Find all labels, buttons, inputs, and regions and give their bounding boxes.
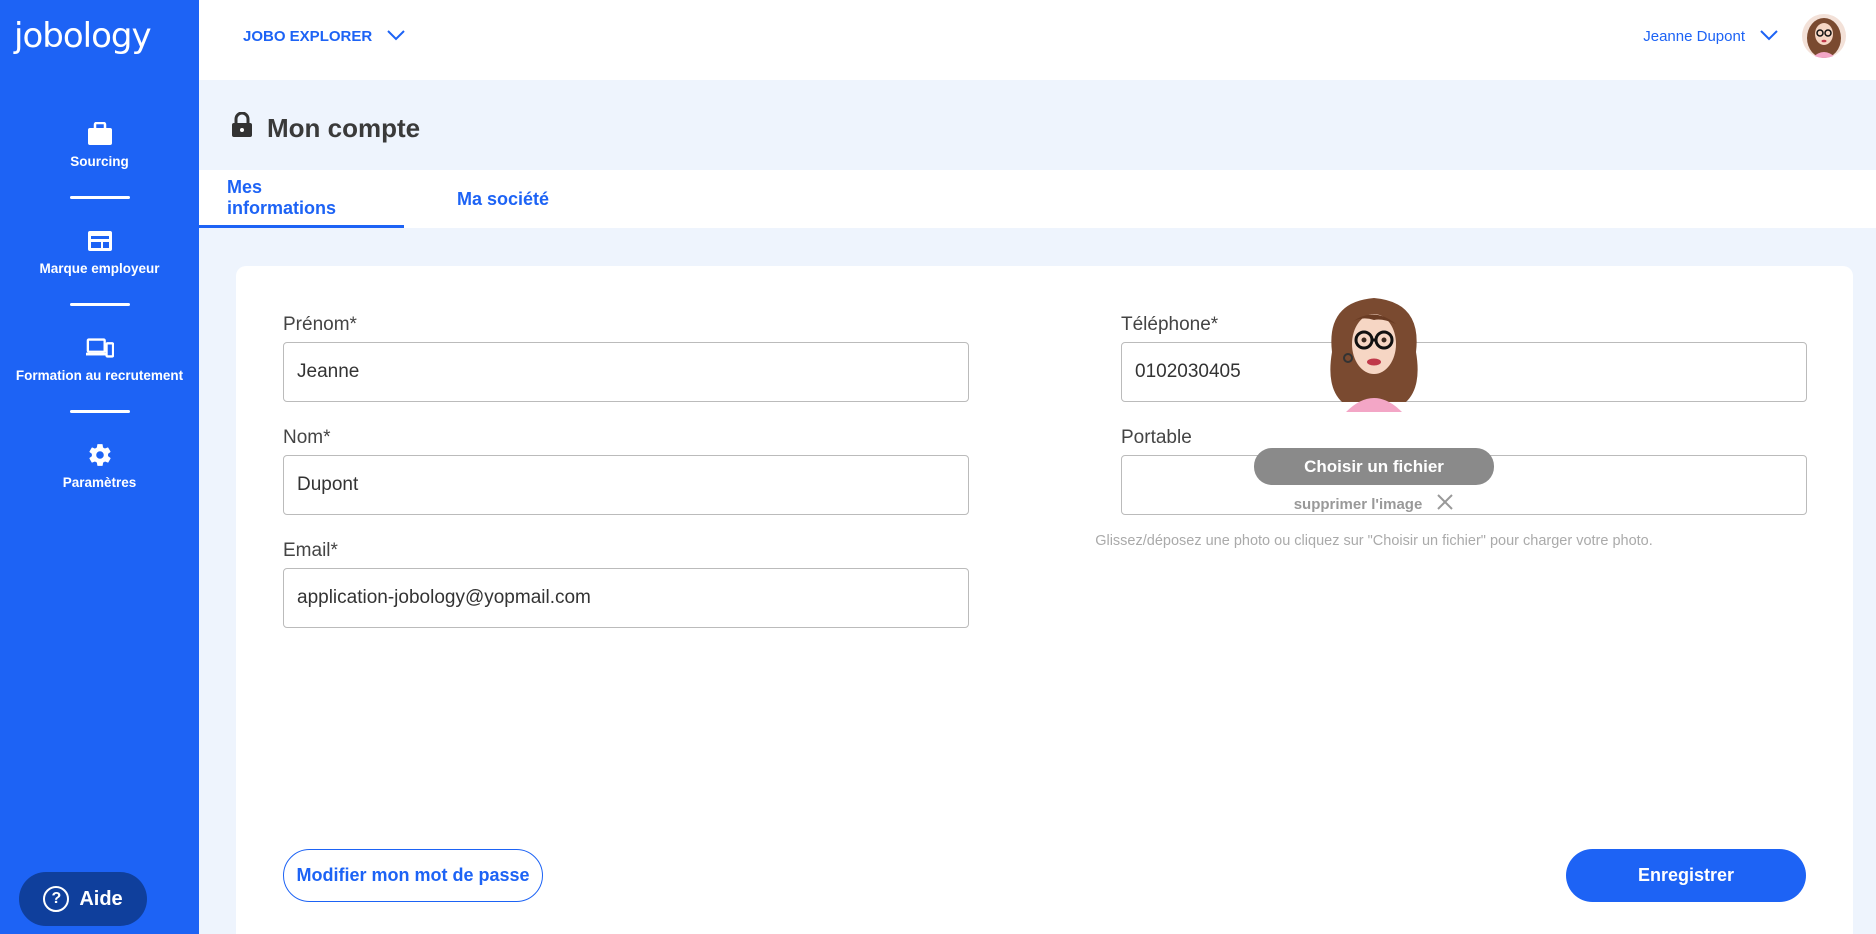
tab-mes-informations[interactable]: Mes informations [199,170,404,228]
sidebar-nav: Sourcing Marque employeur Formation au r… [0,104,199,505]
user-name: Jeanne Dupont [1643,28,1745,45]
photo-upload-area[interactable]: Choisir un fichier supprimer l'image Gli… [1084,292,1664,549]
remove-image-label: supprimer l'image [1293,495,1423,513]
logo-text: jobology [14,16,152,56]
page-title-text: Mon compte [267,113,421,143]
nom-input[interactable]: Dupont [283,455,969,515]
help-button[interactable]: ? Aide [19,872,147,926]
top-bar: JOBO EXPLORER Jeanne Dupont [199,0,1876,80]
chevron-down-icon [386,28,406,45]
help-label: Aide [79,887,123,910]
sidebar-item-marque-employeur[interactable]: Marque employeur [0,211,199,291]
jobo-explorer-label: JOBO EXPLORER [243,28,373,45]
page-title: Mon compte [231,111,421,145]
email-label: Email* [283,540,338,561]
jobology-logo[interactable]: jobology [14,14,152,58]
help-icon: ? [43,886,70,912]
sidebar: jobology Sourcing Marque employeur Forma… [0,0,199,934]
change-password-button[interactable]: Modifier mon mot de passe [283,849,543,902]
card-icon [86,227,114,255]
sidebar-item-sourcing[interactable]: Sourcing [0,104,199,184]
prenom-input[interactable]: Jeanne [283,342,969,402]
remove-image-row[interactable]: supprimer l'image [1084,493,1664,515]
chevron-down-icon [1759,28,1779,45]
prenom-label: Prénom* [283,314,357,335]
sidebar-divider [69,196,130,199]
sidebar-item-label: Formation au recrutement [15,367,184,383]
gear-icon [86,441,114,469]
avatar[interactable] [1802,14,1846,58]
tab-ma-societe[interactable]: Ma société [429,170,577,228]
nom-label: Nom* [283,427,331,448]
sidebar-item-label: Paramètres [62,474,137,490]
tab-label: Mes informations [227,176,337,218]
sidebar-item-parametres[interactable]: Paramètres [0,425,199,505]
upload-hint: Glissez/déposez une photo ou cliquez sur… [1095,533,1653,549]
user-menu[interactable]: Jeanne Dupont [1643,28,1779,45]
devices-icon [85,334,114,362]
tab-label: Ma société [457,188,550,209]
nom-field: Nom* Dupont [283,427,969,515]
sidebar-item-label: Marque employeur [39,260,160,276]
save-button[interactable]: Enregistrer [1566,849,1806,902]
sidebar-divider [69,410,130,413]
jobo-explorer-dropdown[interactable]: JOBO EXPLORER [243,28,406,45]
choose-file-button[interactable]: Choisir un fichier [1254,448,1494,485]
lock-icon [231,111,253,145]
sidebar-divider [69,303,130,306]
page-header: Mon compte [199,80,1876,170]
profile-photo [1322,292,1426,412]
sidebar-item-label: Sourcing [70,153,129,169]
prenom-field: Prénom* Jeanne [283,314,969,402]
sidebar-item-formation[interactable]: Formation au recrutement [0,318,199,398]
tab-bar: Mes informations Ma société [199,170,1876,228]
briefcase-icon [86,120,114,148]
email-field: Email* application-jobology@yopmail.com [283,540,969,628]
email-input[interactable]: application-jobology@yopmail.com [283,568,969,628]
close-icon[interactable] [1436,493,1454,515]
